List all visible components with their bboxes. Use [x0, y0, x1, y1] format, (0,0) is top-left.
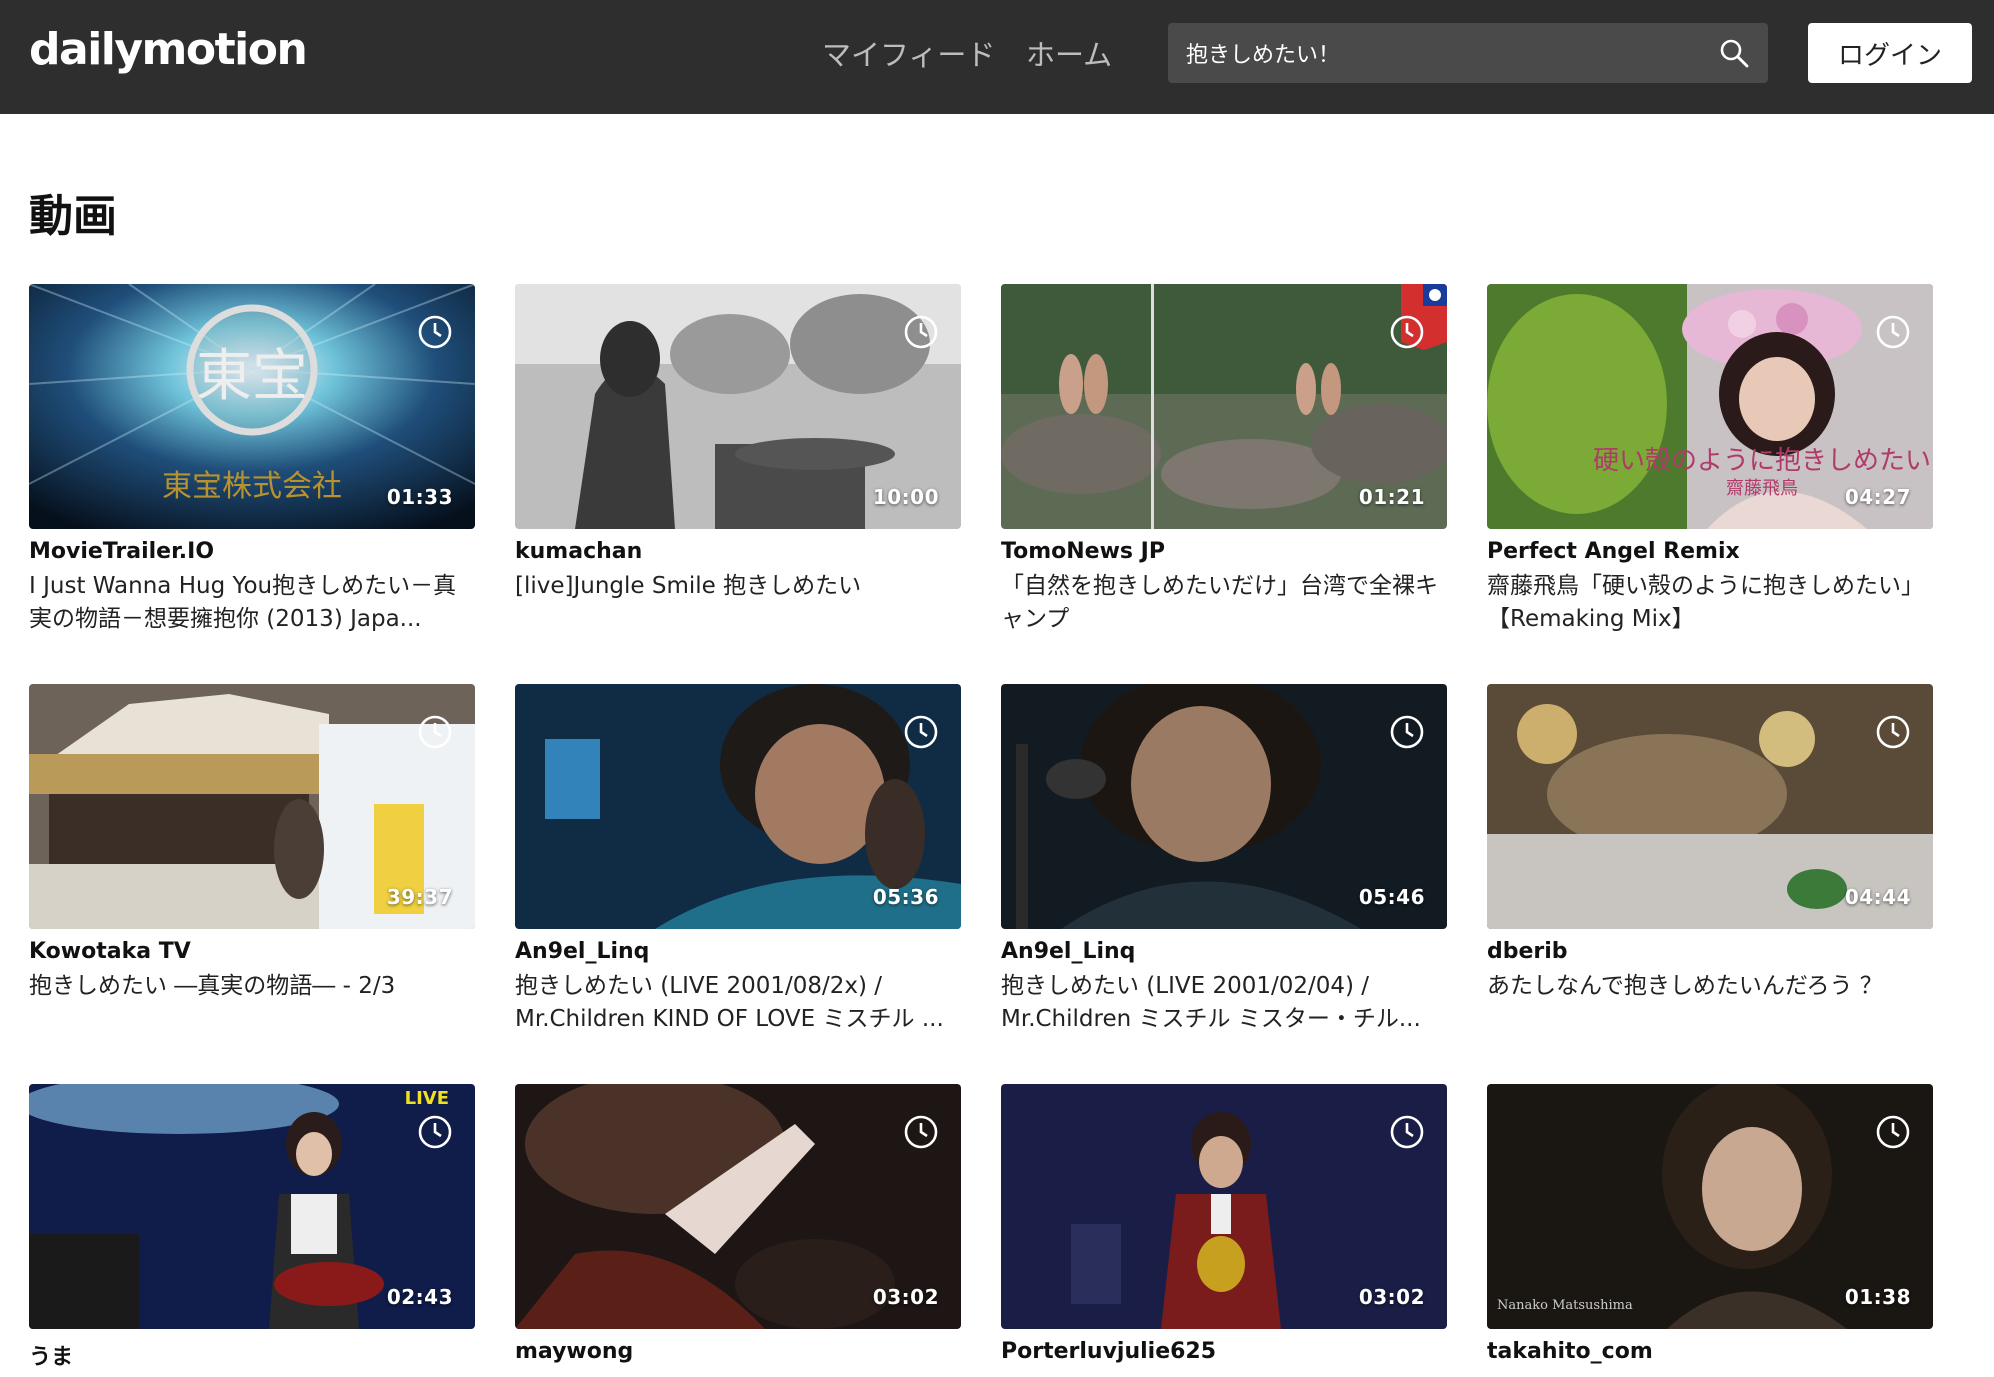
watch-later-icon[interactable]	[417, 714, 453, 750]
duration-badge: 10:00	[872, 485, 939, 509]
video-card[interactable]: 硬い殻のように抱きしめたい 齋藤飛鳥 04:27 Perfect Angel R…	[1487, 284, 1933, 636]
video-thumbnail[interactable]: 05:36	[515, 684, 961, 929]
watch-later-icon[interactable]	[417, 1114, 453, 1150]
live-badge: LIVE	[405, 1088, 449, 1109]
video-thumbnail[interactable]: Nanako Matsushima 01:38	[1487, 1084, 1933, 1329]
video-title[interactable]: 抱きしめたい (LIVE 2001/02/04) / Mr.Children ミ…	[1001, 970, 1447, 1036]
video-thumbnail[interactable]: 03:02	[515, 1084, 961, 1329]
video-title[interactable]: [live]Jungle Smile 抱きしめたい	[515, 570, 961, 603]
channel-name[interactable]: takahito_com	[1487, 1339, 1933, 1364]
search-icon[interactable]	[1718, 37, 1750, 69]
channel-name[interactable]: Porterluvjulie625	[1001, 1339, 1447, 1364]
channel-name[interactable]: An9el_Linq	[1001, 939, 1447, 964]
video-title[interactable]: 抱きしめたい ―真実の物語― - 2/3	[29, 970, 475, 1003]
video-card[interactable]: 東宝 東宝株式会社 01:33 MovieTrailer.IO I Just W…	[29, 284, 475, 636]
video-card[interactable]: 10:00 kumachan [live]Jungle Smile 抱きしめたい	[515, 284, 961, 603]
video-title[interactable]: 「自然を抱きしめたいだけ」台湾で全裸キャンプ	[1001, 570, 1447, 636]
watch-later-icon[interactable]	[1389, 314, 1425, 350]
thumbnail-overlay-name: 齋藤飛鳥	[1726, 478, 1798, 499]
video-card[interactable]: 01:21 TomoNews JP 「自然を抱きしめたいだけ」台湾で全裸キャンプ	[1001, 284, 1447, 636]
login-button[interactable]: ログイン	[1808, 23, 1972, 83]
video-thumbnail[interactable]: 05:46	[1001, 684, 1447, 929]
thumbnail-overlay-name: Nanako Matsushima	[1497, 1298, 1633, 1313]
video-card[interactable]: Nanako Matsushima 01:38 takahito_com	[1487, 1084, 1933, 1370]
watch-later-icon[interactable]	[903, 1114, 939, 1150]
page-title: 動画	[29, 191, 117, 242]
dailymotion-logo[interactable]: dailymotion	[29, 24, 308, 75]
duration-badge: 04:27	[1844, 485, 1911, 509]
video-card[interactable]: 03:02 Porterluvjulie625	[1001, 1084, 1447, 1370]
channel-name[interactable]: MovieTrailer.IO	[29, 539, 475, 564]
channel-name[interactable]: dberib	[1487, 939, 1933, 964]
video-thumbnail[interactable]: 東宝 東宝株式会社 01:33	[29, 284, 475, 529]
video-thumbnail[interactable]: 10:00	[515, 284, 961, 529]
duration-badge: 01:21	[1358, 485, 1425, 509]
watch-later-icon[interactable]	[1875, 314, 1911, 350]
channel-name[interactable]: Kowotaka TV	[29, 939, 475, 964]
channel-name[interactable]: Perfect Angel Remix	[1487, 539, 1933, 564]
channel-name[interactable]: TomoNews JP	[1001, 539, 1447, 564]
duration-badge: 39:37	[386, 885, 453, 909]
video-card[interactable]: LIVE 02:43 うま	[29, 1084, 475, 1377]
watch-later-icon[interactable]	[1389, 714, 1425, 750]
watch-later-icon[interactable]	[1875, 714, 1911, 750]
channel-name[interactable]: kumachan	[515, 539, 961, 564]
duration-badge: 05:46	[1358, 885, 1425, 909]
video-title[interactable]: 齋藤飛鳥「硬い殻のように抱きしめたい」【Remaking Mix】	[1487, 570, 1933, 636]
video-card[interactable]: 04:44 dberib あたしなんで抱きしめたいんだろう ？	[1487, 684, 1933, 1003]
video-card[interactable]: 03:02 maywong	[515, 1084, 961, 1370]
duration-badge: 04:44	[1844, 885, 1911, 909]
channel-name[interactable]: maywong	[515, 1339, 961, 1364]
video-thumbnail[interactable]: 03:02	[1001, 1084, 1447, 1329]
video-title[interactable]: 抱きしめたい (LIVE 2001/08/2x) / Mr.Children K…	[515, 970, 961, 1036]
watch-later-icon[interactable]	[1875, 1114, 1911, 1150]
video-thumbnail[interactable]: LIVE 02:43	[29, 1084, 475, 1329]
channel-name[interactable]: An9el_Linq	[515, 939, 961, 964]
watch-later-icon[interactable]	[903, 714, 939, 750]
video-title[interactable]: I Just Wanna Hug You抱きしめたい－真実の物語－想要擁抱你 (…	[29, 570, 475, 636]
duration-badge: 02:43	[386, 1285, 453, 1309]
toho-company-text: 東宝株式会社	[162, 469, 342, 504]
duration-badge: 01:38	[1844, 1285, 1911, 1309]
toho-logo-text: 東宝	[196, 344, 308, 409]
watch-later-icon[interactable]	[903, 314, 939, 350]
channel-name[interactable]: うま	[29, 1339, 475, 1371]
watch-later-icon[interactable]	[417, 314, 453, 350]
duration-badge: 01:33	[386, 485, 453, 509]
duration-badge: 05:36	[872, 885, 939, 909]
video-card[interactable]: 39:37 Kowotaka TV 抱きしめたい ―真実の物語― - 2/3	[29, 684, 475, 1003]
video-card[interactable]: 05:36 An9el_Linq 抱きしめたい (LIVE 2001/08/2x…	[515, 684, 961, 1036]
thumbnail-overlay-text: 硬い殻のように抱きしめたい	[1593, 446, 1931, 476]
duration-badge: 03:02	[1358, 1285, 1425, 1309]
video-thumbnail[interactable]: 硬い殻のように抱きしめたい 齋藤飛鳥 04:27	[1487, 284, 1933, 529]
watch-later-icon[interactable]	[1389, 1114, 1425, 1150]
search-input[interactable]	[1186, 23, 1686, 83]
video-thumbnail[interactable]: 01:21	[1001, 284, 1447, 529]
duration-badge: 03:02	[872, 1285, 939, 1309]
top-bar: dailymotion マイフィード ホーム ログイン	[0, 0, 1994, 114]
video-card[interactable]: 05:46 An9el_Linq 抱きしめたい (LIVE 2001/02/04…	[1001, 684, 1447, 1036]
video-title[interactable]: あたしなんで抱きしめたいんだろう ？	[1487, 970, 1933, 1003]
video-thumbnail[interactable]: 04:44	[1487, 684, 1933, 929]
search-bar	[1168, 23, 1768, 83]
nav-home[interactable]: ホーム	[1026, 32, 1112, 74]
nav-my-feed[interactable]: マイフィード	[822, 32, 995, 74]
video-thumbnail[interactable]: 39:37	[29, 684, 475, 929]
